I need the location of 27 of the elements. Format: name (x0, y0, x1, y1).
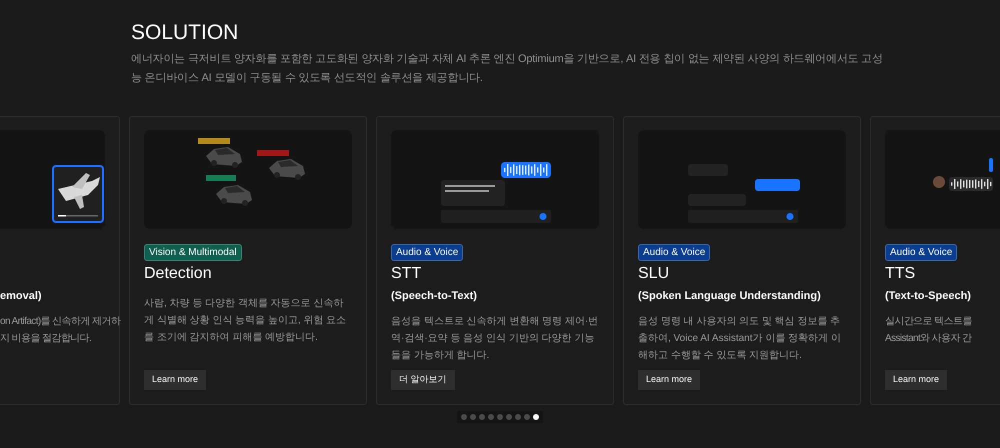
card-title: STT (391, 264, 422, 284)
card-description: 실시간으로 텍스트를 (885, 315, 972, 329)
voice-message-drawing (933, 158, 993, 191)
card-title: Detection (144, 264, 213, 284)
card-description: 음성을 텍스트로 신속하게 변환해 명령 제어·번역·검색·요약 등 음성 인식 기반의 다양한 기능들을 가능하게 합니다. (391, 315, 599, 363)
card-title: TTS (885, 264, 916, 284)
card-subtitle: (Speech-to-Text) (391, 289, 478, 304)
card-subtitle: (Spoken Language Understanding) (638, 289, 822, 304)
card-description: Assistant와 사용자 간 (885, 332, 972, 346)
section-heading: SOLUTION (131, 20, 240, 46)
card-description: on Artifact)를 신속하게 제거하 (0, 315, 120, 329)
category-tag: Audio & Voice (638, 244, 710, 261)
card-subtitle: emoval) (0, 289, 43, 304)
card-subtitle: (Text-to-Speech) (885, 289, 972, 304)
learn-more-button[interactable]: 더 알아보기 (391, 370, 455, 390)
card-title: SLU (638, 264, 670, 284)
card-description: 음성 명령 내 사용자의 의도 및 핵심 정보를 추출하여, Voice AI Assistant가 이를 정확하게 이해하고 수행할 수 있도록 지원합니다. (638, 315, 842, 363)
card-description: 사람, 차량 등 다양한 객체를 자동으로 신속하게 식별해 상황 인식 능력을 높이고, 위험 요소를 조기에 감지하여 피해를 예방합니다. (144, 297, 348, 345)
section-description: 에너자이는 극저비트 양자화를 포함한 고도화된 양자화 기술과 자체 AI 추론 엔진 Optimium을 기반으로, AI 전용 칩이 없는 제약된 사양의 하드웨어에서도 고성능 온디바이스 AI 모델이 구동될 수 있도록 선도적인 솔루션을 제공합니다. (131, 52, 884, 86)
category-tag: Audio & Voice (391, 244, 464, 261)
learn-more-button[interactable]: Learn more (638, 370, 700, 390)
card-description: 지 비용을 절감합니다. (0, 332, 92, 346)
category-tag: Audio & Voice (885, 244, 958, 261)
learn-more-button[interactable]: Learn more (144, 370, 206, 390)
airplane-image-drawing (52, 165, 104, 223)
learn-more-button[interactable]: Learn more (885, 370, 948, 390)
category-tag: Vision & Multimodal (144, 244, 242, 261)
